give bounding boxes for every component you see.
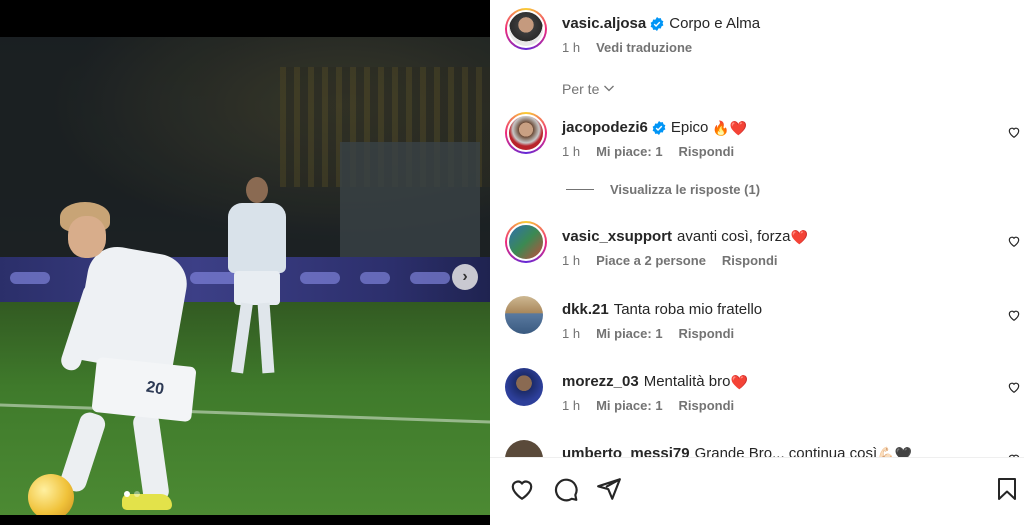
carousel-dots <box>124 491 140 497</box>
comment-emoji: ❤️ <box>790 229 808 245</box>
translate-link[interactable]: Vedi traduzione <box>596 40 692 55</box>
next-media-button[interactable]: › <box>452 264 478 290</box>
heart-icon[interactable] <box>509 476 535 502</box>
comment-icon[interactable] <box>553 476 579 502</box>
comment-item: dkk.21 Tanta roba mio fratello 1 h Mi pi… <box>505 296 1024 341</box>
comment-time[interactable]: 1 h <box>562 253 580 268</box>
comment-emoji: ❤️ <box>730 374 748 390</box>
comment-username[interactable]: morezz_03 <box>562 372 639 392</box>
caption-time[interactable]: 1 h <box>562 40 580 55</box>
comment-likes[interactable]: Mi piace: 1 <box>596 398 662 413</box>
avatar[interactable] <box>505 296 543 334</box>
comment-time[interactable]: 1 h <box>562 326 580 341</box>
verified-icon <box>650 17 664 31</box>
background-player <box>218 177 296 387</box>
verified-icon <box>652 121 666 135</box>
stadium-structure <box>340 142 480 272</box>
comment-username[interactable]: jacopodezi6 <box>562 118 648 138</box>
avatar[interactable] <box>505 221 547 263</box>
heart-icon[interactable] <box>1007 380 1023 396</box>
heart-icon[interactable] <box>1007 308 1023 324</box>
comment-text: avanti così, forza <box>677 228 791 245</box>
replies-divider <box>566 189 594 190</box>
comment-text: Mentalità bro <box>643 373 731 390</box>
comments-panel: vasic.aljosa Corpo e Alma 1 h Vedi tradu… <box>490 0 1024 525</box>
chevron-down-icon <box>603 81 615 97</box>
reply-button[interactable]: Rispondi <box>679 144 735 159</box>
carousel-dot-active <box>124 491 130 497</box>
action-bar <box>490 457 1024 525</box>
comment-likes[interactable]: Piace a 2 persone <box>596 253 706 268</box>
comment-item: morezz_03 Mentalità bro ❤️ 1 h Mi piace:… <box>505 368 1024 413</box>
avatar[interactable] <box>505 368 543 406</box>
comment-emoji: 🔥❤️ <box>712 120 748 136</box>
post-caption: vasic.aljosa Corpo e Alma 1 h Vedi tradu… <box>505 8 760 55</box>
jersey-number: 20 <box>144 378 166 399</box>
comment-time[interactable]: 1 h <box>562 144 580 159</box>
heart-icon[interactable] <box>1007 125 1023 141</box>
sort-dropdown[interactable]: Per te <box>562 81 615 97</box>
football <box>28 474 74 515</box>
reply-button[interactable]: Rispondi <box>722 253 778 268</box>
heart-icon[interactable] <box>1007 234 1023 250</box>
reply-button[interactable]: Rispondi <box>679 326 735 341</box>
comment-text: Tanta roba mio fratello <box>613 301 763 318</box>
share-icon[interactable] <box>596 476 622 502</box>
avatar[interactable] <box>505 8 547 50</box>
sort-label: Per te <box>562 81 600 97</box>
bookmark-icon[interactable] <box>995 476 1021 502</box>
comment-item: vasic_xsupport avanti così, forza ❤️ 1 h… <box>505 221 1024 268</box>
comment-time[interactable]: 1 h <box>562 398 580 413</box>
view-replies-label: Visualizza le risposte (1) <box>610 182 761 197</box>
foreground-player: 20 <box>58 202 210 515</box>
avatar[interactable] <box>505 112 547 154</box>
chevron-right-icon: › <box>462 268 468 285</box>
reply-button[interactable]: Rispondi <box>679 398 735 413</box>
comment-username[interactable]: vasic_xsupport <box>562 227 672 247</box>
comment-likes[interactable]: Mi piace: 1 <box>596 326 662 341</box>
comment-text: Epico <box>670 119 709 136</box>
view-replies[interactable]: Visualizza le risposte (1) <box>566 182 760 197</box>
caption-text: Corpo e Alma <box>669 15 761 32</box>
post-photo: 20 <box>0 37 490 515</box>
comment-item: jacopodezi6 Epico 🔥❤️ 1 h Mi piace: 1 Ri… <box>505 112 1024 159</box>
caption-username[interactable]: vasic.aljosa <box>562 14 646 34</box>
comment-username[interactable]: dkk.21 <box>562 300 609 320</box>
carousel-dot <box>134 491 140 497</box>
post-media[interactable]: 20 › <box>0 0 490 525</box>
comment-likes[interactable]: Mi piace: 1 <box>596 144 662 159</box>
